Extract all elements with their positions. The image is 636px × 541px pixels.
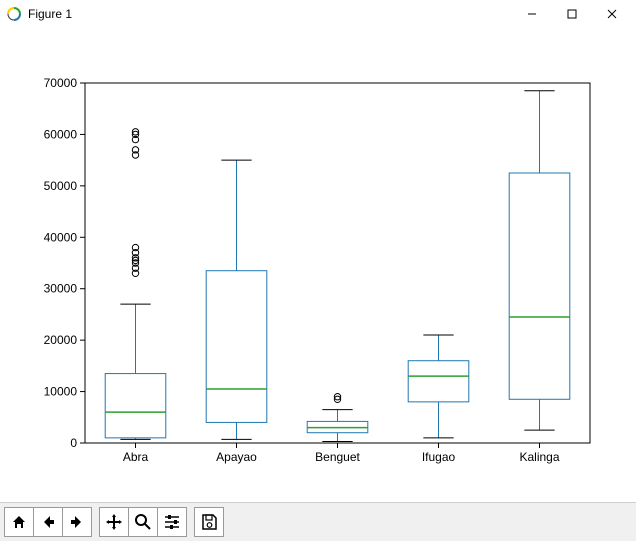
back-button[interactable] [33, 507, 63, 537]
ytick-label: 0 [70, 436, 77, 450]
nav-group [4, 507, 91, 537]
zoom-button[interactable] [128, 507, 158, 537]
ytick-label: 50000 [44, 179, 78, 193]
maximize-button[interactable] [552, 2, 592, 26]
pan-icon [105, 513, 123, 531]
ytick-label: 10000 [44, 385, 78, 399]
ytick-label: 60000 [44, 127, 78, 141]
plot-area: 0 10000 20000 30000 40000 50000 60000 70000 Abra… [0, 28, 636, 502]
configure-button[interactable] [157, 507, 187, 537]
forward-icon [68, 513, 86, 531]
file-group [194, 507, 223, 537]
ytick-label: 40000 [44, 230, 78, 244]
xtick-label: Kalinga [519, 450, 559, 464]
window-title: Figure 1 [28, 7, 512, 21]
box [206, 271, 267, 423]
boxplot-chart: 0 10000 20000 30000 40000 50000 60000 70000 Abra… [0, 28, 636, 502]
save-icon [200, 513, 218, 531]
titlebar: Figure 1 [0, 0, 636, 28]
xtick-label: Abra [123, 450, 149, 464]
back-icon [39, 513, 57, 531]
box [105, 374, 166, 438]
close-button[interactable] [592, 2, 632, 26]
ytick-label: 70000 [44, 76, 78, 90]
window-controls [512, 2, 632, 26]
view-group [99, 507, 186, 537]
xtick-label: Ifugao [422, 450, 456, 464]
forward-button[interactable] [62, 507, 92, 537]
window: Figure 1 010000200003000040000500006 [0, 0, 636, 541]
app-icon [6, 6, 22, 22]
pan-button[interactable] [99, 507, 129, 537]
ytick-label: 20000 [44, 333, 78, 347]
save-button[interactable] [194, 507, 224, 537]
xtick-label: Benguet [315, 450, 360, 464]
minimize-icon [526, 8, 538, 20]
sliders-icon [163, 513, 181, 531]
maximize-icon [566, 8, 578, 20]
xtick-label: Apayao [216, 450, 257, 464]
home-button[interactable] [4, 507, 34, 537]
box [408, 361, 469, 402]
close-icon [606, 8, 618, 20]
home-icon [10, 513, 28, 531]
box [509, 173, 570, 399]
toolbar [0, 502, 636, 541]
minimize-button[interactable] [512, 2, 552, 26]
ytick-label: 30000 [44, 282, 78, 296]
zoom-icon [134, 513, 152, 531]
